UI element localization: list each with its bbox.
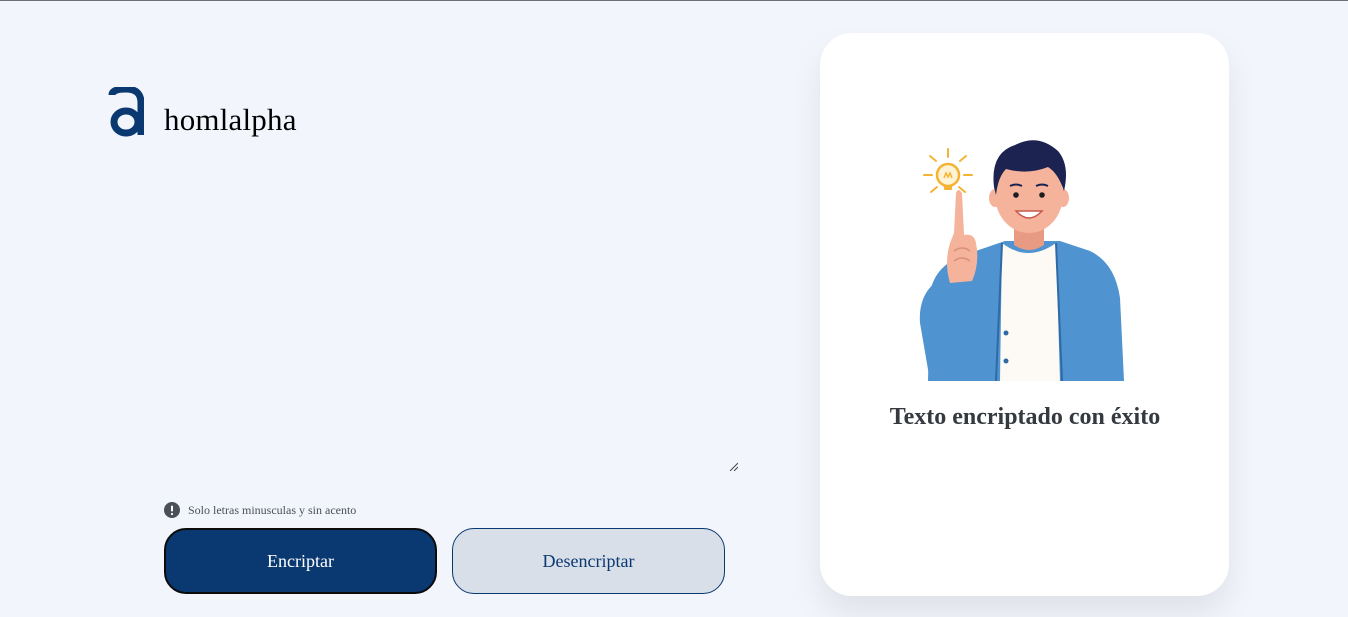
brand-name: homlalpha xyxy=(164,102,297,137)
encrypt-button[interactable]: Encriptar xyxy=(164,528,437,594)
hint-text: Solo letras minusculas y sin acento xyxy=(188,502,357,517)
exclamation-circle-icon xyxy=(164,502,180,518)
message-textarea[interactable] xyxy=(164,151,742,475)
result-message: Texto encriptado con éxito xyxy=(889,404,1161,430)
decrypt-button-label: Desencriptar xyxy=(542,550,635,571)
man-with-lightbulb-illustration xyxy=(919,140,1124,382)
decrypt-button[interactable]: Desencriptar xyxy=(452,528,725,594)
encrypt-button-label: Encriptar xyxy=(267,550,334,571)
result-card: Texto encriptado con éxito xyxy=(820,33,1229,596)
input-hint: Solo letras minusculas y sin acento xyxy=(164,502,356,518)
textarea-resize-handle[interactable] xyxy=(728,461,738,471)
alpha-logo-icon xyxy=(108,87,144,137)
